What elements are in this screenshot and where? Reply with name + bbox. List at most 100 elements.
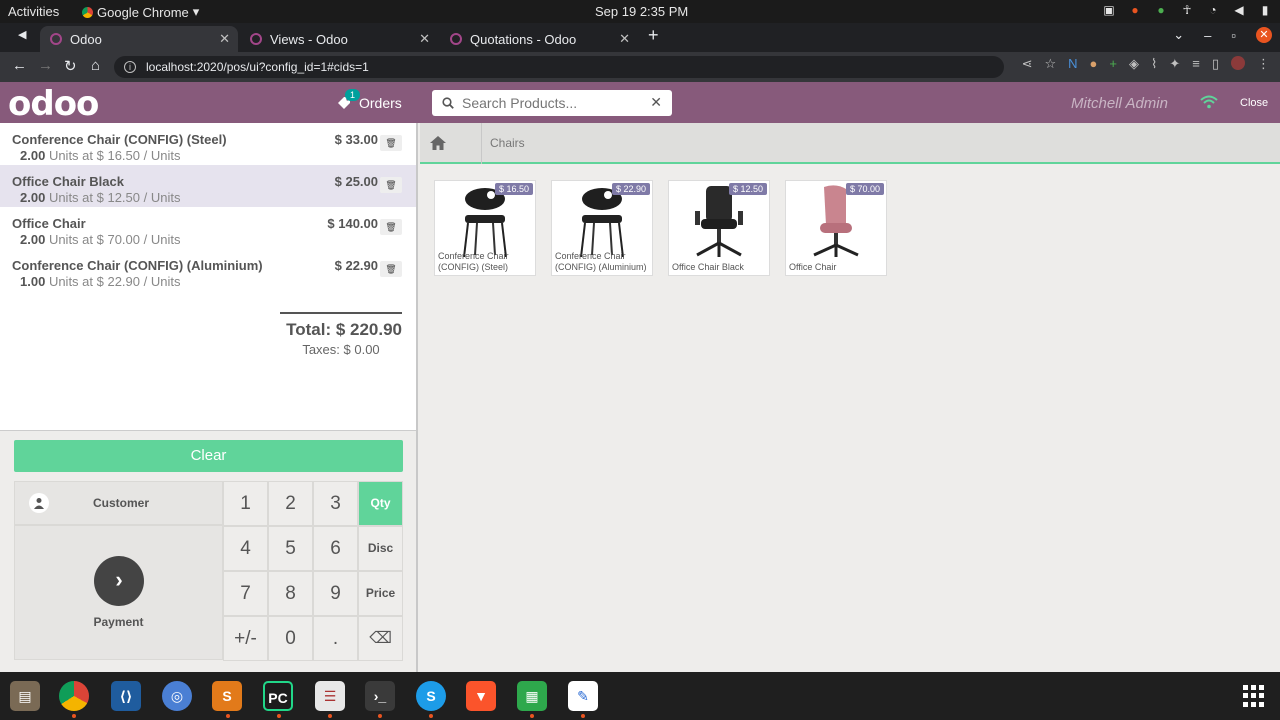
skype-icon[interactable]: S xyxy=(416,681,446,711)
extensions-puzzle-icon[interactable]: ✦ xyxy=(1169,56,1180,72)
product-name: Office Chair Black xyxy=(672,262,744,272)
extension-n-icon[interactable]: N xyxy=(1068,56,1077,72)
vpn-icon[interactable]: ● xyxy=(1154,3,1168,17)
tab-quotations[interactable]: Quotations - Odoo ✕ xyxy=(440,26,638,52)
numpad-key-0[interactable]: 0 xyxy=(268,616,313,661)
pycharm-icon[interactable]: PC xyxy=(263,681,293,711)
record-icon[interactable]: ● xyxy=(1128,3,1142,17)
mode-price-button[interactable]: Price xyxy=(358,571,403,616)
volume-icon[interactable]: ◀ xyxy=(1232,3,1246,17)
numpad-key-8[interactable]: 8 xyxy=(268,571,313,616)
terminal-icon[interactable]: ›_ xyxy=(365,681,395,711)
files-icon[interactable]: ▤ xyxy=(10,681,40,711)
site-info-icon[interactable]: i xyxy=(124,61,136,73)
numpad-key-2[interactable]: 2 xyxy=(268,481,313,526)
order-line-selected[interactable]: Office Chair Black $ 25.00 🗑 2.00 Units … xyxy=(0,165,416,207)
numpad-key-7[interactable]: 7 xyxy=(223,571,268,616)
numpad-key-4[interactable]: 4 xyxy=(223,526,268,571)
browser-menu-icon[interactable]: ⋮ xyxy=(1257,56,1270,72)
chrome-dock-icon[interactable] xyxy=(59,681,89,711)
spreadsheet-icon[interactable]: ▦ xyxy=(517,681,547,711)
close-tab-icon[interactable]: ✕ xyxy=(419,31,430,47)
window-close-icon[interactable]: ✕ xyxy=(1256,27,1272,43)
forward-icon[interactable]: → xyxy=(38,57,53,74)
back-icon[interactable]: ← xyxy=(12,57,27,74)
numpad-key-6[interactable]: 6 xyxy=(313,526,358,571)
close-tab-icon[interactable]: ✕ xyxy=(219,31,230,47)
extension-broom-icon[interactable]: ⌇ xyxy=(1151,56,1157,72)
share-icon[interactable]: ⋖ xyxy=(1022,56,1033,72)
brave-icon[interactable]: ▼ xyxy=(466,681,496,711)
breadcrumb-chairs[interactable]: Chairs xyxy=(490,136,525,150)
breadcrumb-separator xyxy=(468,123,482,164)
clear-search-icon[interactable]: ✕ xyxy=(650,94,662,111)
clock[interactable]: Sep 19 2:35 PM xyxy=(595,4,688,19)
extension-monkey-icon[interactable]: ● xyxy=(1090,56,1098,72)
accessibility-icon[interactable]: ☥ xyxy=(1180,3,1194,17)
close-tab-icon[interactable]: ✕ xyxy=(619,31,630,47)
product-search-box[interactable]: ✕ xyxy=(432,90,672,116)
numpad-key-1[interactable]: 1 xyxy=(223,481,268,526)
order-line[interactable]: Conference Chair (CONFIG) (Aluminium) $ … xyxy=(0,249,416,291)
product-card[interactable]: $ 22.90 Conference Chair (CONFIG) (Alumi… xyxy=(551,180,653,276)
numpad-key-9[interactable]: 9 xyxy=(313,571,358,616)
close-pos-button[interactable]: Close xyxy=(1240,97,1268,109)
backspace-icon[interactable]: ⌫ xyxy=(358,616,403,661)
restore-icon[interactable]: ▫ xyxy=(1231,28,1236,43)
tab-list-chevron-icon[interactable]: ⌄ xyxy=(1173,27,1184,43)
address-bar[interactable]: i localhost:2020/pos/ui?config_id=1#cids… xyxy=(114,56,1004,78)
text-editor-icon[interactable]: ✎ xyxy=(568,681,598,711)
payment-button[interactable]: › Payment xyxy=(14,525,223,660)
sublime-text-icon[interactable]: S xyxy=(212,681,242,711)
home-icon[interactable]: ⌂ xyxy=(91,57,100,74)
bookmark-star-icon[interactable]: ☆ xyxy=(1044,56,1056,72)
order-line[interactable]: Conference Chair (CONFIG) (Steel) $ 33.0… xyxy=(0,123,416,165)
show-applications-icon[interactable] xyxy=(1243,685,1265,707)
home-icon[interactable] xyxy=(428,133,448,153)
trash-icon[interactable]: 🗑 xyxy=(380,177,402,193)
app-menu[interactable]: Google Chrome ▾ xyxy=(82,4,199,20)
product-card[interactable]: $ 12.50 Office Chair Black xyxy=(668,180,770,276)
numpad-key-plusminus[interactable]: +/- xyxy=(223,616,268,661)
numpad-key-dot[interactable]: . xyxy=(313,616,358,661)
order-line[interactable]: Office Chair $ 140.00 🗑 2.00 Units at $ … xyxy=(0,207,416,249)
search-input[interactable] xyxy=(462,95,642,111)
tab-views[interactable]: Views - Odoo ✕ xyxy=(240,26,438,52)
system-tray[interactable]: ▣ ● ● ☥ ◔ ◀ ▮ xyxy=(1102,3,1272,17)
trash-icon[interactable]: 🗑 xyxy=(380,135,402,151)
reading-list-icon[interactable]: ≡ xyxy=(1192,56,1200,72)
vscode-icon[interactable]: ⟨⟩ xyxy=(111,681,141,711)
clear-button[interactable]: Clear xyxy=(14,440,403,472)
orders-button[interactable]: 1 Orders xyxy=(337,89,402,111)
tab-search-back-icon[interactable]: ◀ xyxy=(18,28,26,41)
mode-disc-button[interactable]: Disc xyxy=(358,526,403,571)
document-viewer-icon[interactable]: ☰ xyxy=(315,681,345,711)
minimize-icon[interactable]: – xyxy=(1204,28,1211,43)
extension-shield-icon[interactable]: ◈ xyxy=(1129,56,1139,72)
battery-icon[interactable]: ▮ xyxy=(1258,3,1272,17)
trash-icon[interactable]: 🗑 xyxy=(380,261,402,277)
clipboard-icon[interactable]: ▣ xyxy=(1102,3,1116,17)
extension-plus-icon[interactable]: + xyxy=(1109,56,1117,72)
chromium-icon[interactable]: ◎ xyxy=(162,681,192,711)
running-indicator xyxy=(328,714,332,718)
url-text: localhost:2020/pos/ui?config_id=1#cids=1 xyxy=(146,60,369,74)
mode-qty-button[interactable]: Qty xyxy=(358,481,403,526)
profile-avatar[interactable] xyxy=(1231,56,1245,70)
reload-icon[interactable]: ↻ xyxy=(64,57,77,75)
order-line-product: Office Chair Black xyxy=(12,174,124,189)
trash-icon[interactable]: 🗑 xyxy=(380,219,402,235)
product-card[interactable]: $ 70.00 Office Chair xyxy=(785,180,887,276)
running-indicator xyxy=(429,714,433,718)
customer-button[interactable]: Customer xyxy=(14,481,223,525)
product-card[interactable]: $ 16.50 Conference Chair (CONFIG) (Steel… xyxy=(434,180,536,276)
order-line-price: $ 25.00 xyxy=(334,174,378,189)
numpad-key-5[interactable]: 5 xyxy=(268,526,313,571)
tab-odoo[interactable]: Odoo ✕ xyxy=(40,26,238,52)
numpad-key-3[interactable]: 3 xyxy=(313,481,358,526)
activities-button[interactable]: Activities xyxy=(8,4,59,19)
wifi-icon[interactable]: ◔ xyxy=(1206,3,1220,17)
connection-status-icon xyxy=(1200,95,1218,109)
side-panel-icon[interactable]: ▯ xyxy=(1212,56,1219,72)
new-tab-icon[interactable]: + xyxy=(648,25,659,46)
